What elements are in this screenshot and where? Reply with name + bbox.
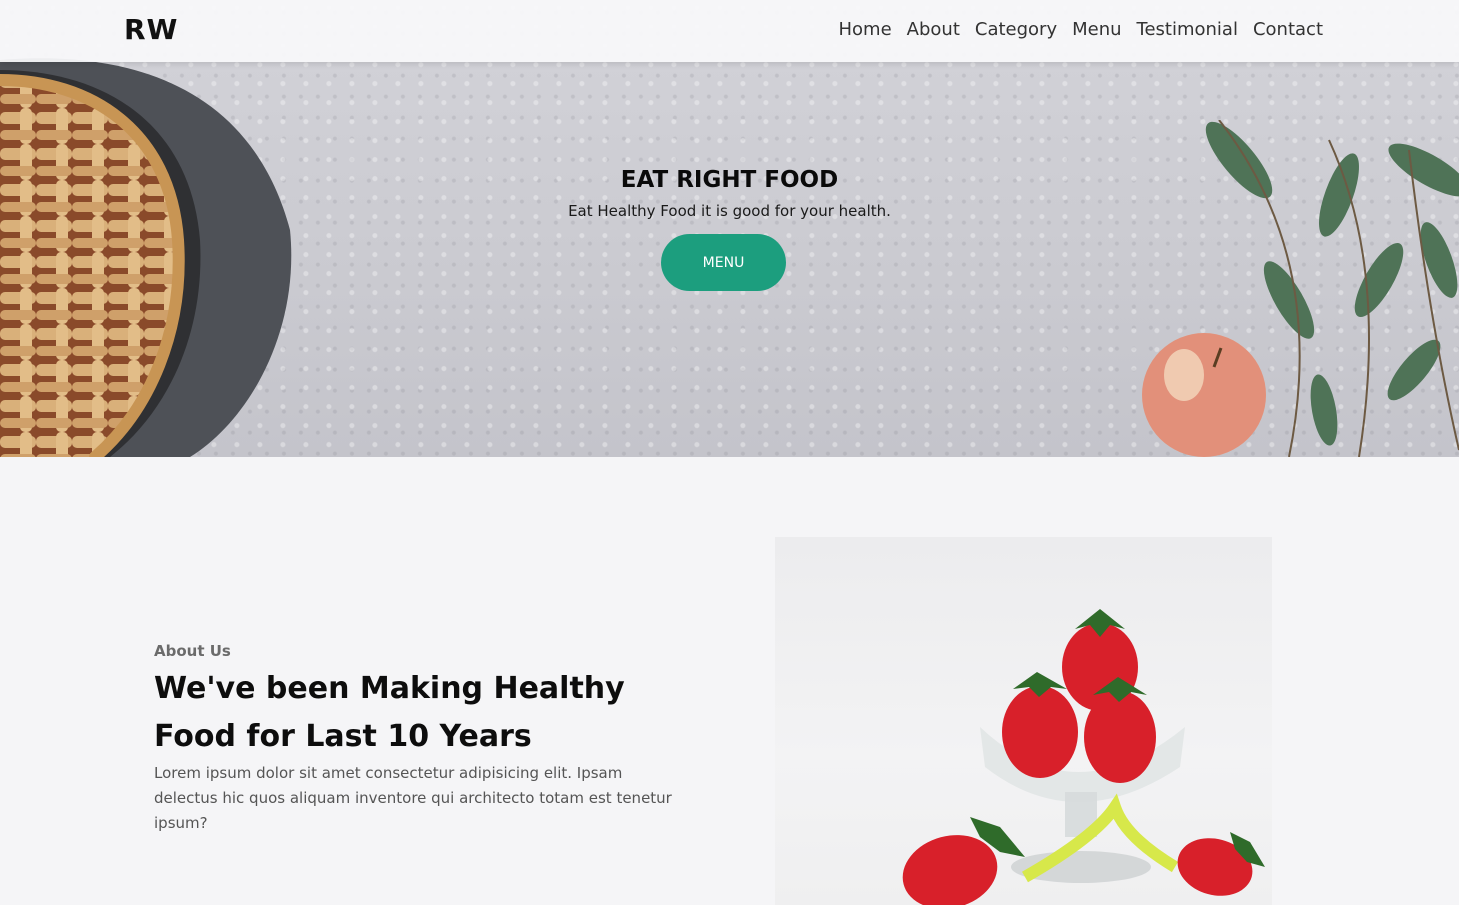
about-section: About Us We've been Making Healthy Food … [0, 457, 1459, 905]
navbar: RW Home About Category Menu Testimonial … [0, 0, 1459, 62]
nav-link-testimonial[interactable]: Testimonial [1137, 19, 1238, 40]
hero-section: EAT RIGHT FOOD Eat Healthy Food it is go… [0, 0, 1459, 457]
logo[interactable]: RW [124, 13, 178, 46]
nav-link-category[interactable]: Category [975, 19, 1057, 40]
pie-image [0, 58, 292, 457]
about-text: Lorem ipsum dolor sit amet consectetur a… [154, 764, 672, 832]
nav-link-about[interactable]: About [907, 19, 960, 40]
strawberries-image [775, 537, 1272, 905]
nav-link-home[interactable]: Home [839, 19, 892, 40]
hero-title: EAT RIGHT FOOD [620, 167, 839, 193]
nav-link-menu[interactable]: Menu [1072, 19, 1121, 40]
about-kicker: About Us [154, 642, 231, 660]
nav-links: Home About Category Menu Testimonial Con… [824, 19, 1324, 40]
hero-subtitle: Eat Healthy Food it is good for your hea… [568, 202, 891, 220]
about-heading: We've been Making Healthy Food for Last … [154, 671, 625, 754]
menu-button[interactable]: MENU [661, 234, 786, 291]
nav-link-contact[interactable]: Contact [1253, 19, 1323, 40]
